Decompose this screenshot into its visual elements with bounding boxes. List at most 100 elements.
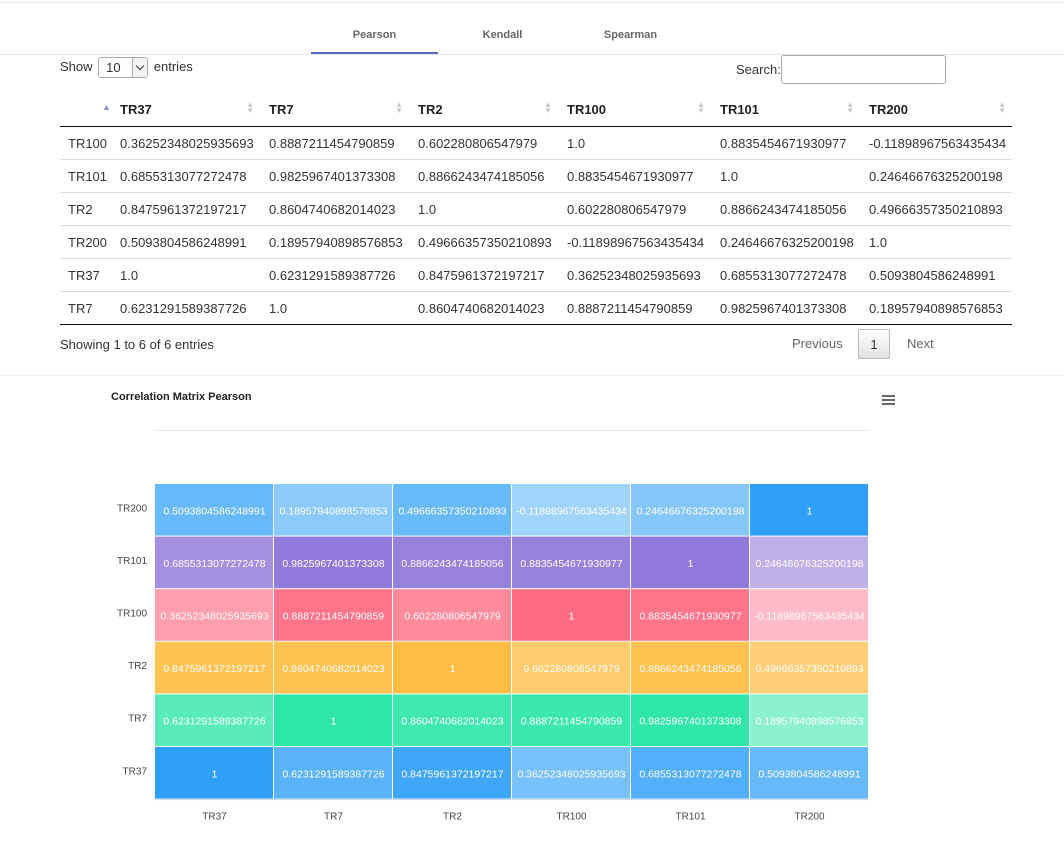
heatmap-data-label: 0.6231291589387726 <box>282 768 384 780</box>
heatmap-data-label: 0.5093804586248991 <box>758 768 860 780</box>
table-cell: 0.8475961372197217 <box>111 192 260 226</box>
table-cell: -0.11898967563435434 <box>558 225 711 259</box>
column-header-tr7[interactable]: TR7 ▲ ▼ <box>260 92 409 127</box>
table-cell: 0.6855313077272478 <box>711 258 860 292</box>
heatmap-data-label: 0.49666357350210893 <box>755 663 863 675</box>
table-cell: 0.9825967401373308 <box>260 159 409 193</box>
table-cell: 0.6231291589387726 <box>111 291 260 325</box>
sort-icon: ▲ ▼ <box>246 100 254 115</box>
tab-pearson[interactable]: Pearson <box>311 20 438 54</box>
heatmap-data-label: 0.36252348025935693 <box>160 611 268 623</box>
y-axis-tick-label: TR100 <box>117 609 147 620</box>
entries-select[interactable]: 10 <box>98 57 149 79</box>
table-row: TR7 0.6231291589387726 1.0 0.86047406820140… <box>60 291 1012 325</box>
y-axis-tick-label: TR2 <box>128 661 147 672</box>
table-cell: TR7 <box>60 291 111 325</box>
table-header-row: ▲ TR37 ▲ ▼ TR7 ▲ ▼ TR2 ▲ ▼ TR100 ▲ ▼ TR101 ▲ ▼ TR2… <box>60 92 1012 127</box>
x-axis-tick-label: TR7 <box>324 812 343 823</box>
sort-icon: ▲ ▼ <box>544 100 552 115</box>
table-cell: 0.18957940898576853 <box>260 225 409 259</box>
table-cell: TR37 <box>60 258 111 292</box>
table-cell: 0.49666357350210893 <box>860 192 1012 226</box>
column-header-tr100[interactable]: TR100 ▲ ▼ <box>558 92 711 127</box>
previous-button[interactable]: Previous <box>792 329 843 359</box>
search-area: Search: <box>736 55 946 85</box>
table-cell: 0.8866243474185056 <box>711 192 860 226</box>
heatmap-data-label: -0.11898967563435434 <box>754 611 865 623</box>
table-cell: TR100 <box>60 126 111 160</box>
table-cell: -0.11898967563435434 <box>860 126 1012 160</box>
sort-icon: ▲ ▼ <box>998 100 1006 115</box>
heatmap-data-label: 0.6855313077272478 <box>639 768 741 780</box>
column-header-tr37[interactable]: TR37 ▲ ▼ <box>111 92 260 127</box>
y-axis-tick-label: TR200 <box>117 503 147 514</box>
table-cell: 0.36252348025935693 <box>558 258 711 292</box>
heatmap-data-label: 1 <box>331 716 337 728</box>
heatmap-data-label: 1 <box>212 768 218 780</box>
table-cell: 0.9825967401373308 <box>711 291 860 325</box>
section-divider <box>0 375 1064 376</box>
table-cell: 0.36252348025935693 <box>111 126 260 160</box>
hamburger-menu-icon[interactable] <box>882 394 896 405</box>
table-cell: 0.8604740682014023 <box>409 291 558 325</box>
heatmap-data-label: 0.8866243474185056 <box>639 663 741 675</box>
length-label-before: Show <box>60 59 93 74</box>
x-axis-tick-label: TR101 <box>675 812 705 823</box>
table-row: TR100 0.36252348025935693 0.88872114547908… <box>60 126 1012 160</box>
correlation-table: ▲ TR37 ▲ ▼ TR7 ▲ ▼ TR2 ▲ ▼ TR100 ▲ ▼ TR101 ▲ ▼ TR2… <box>60 92 1012 325</box>
column-header-tr200[interactable]: TR200 ▲ ▼ <box>860 92 1012 127</box>
sort-icon: ▲ ▼ <box>395 100 403 115</box>
table-cell: 0.24646676325200198 <box>860 159 1012 193</box>
heatmap-data-label: 0.8475961372197217 <box>163 663 265 675</box>
table-cell: 1.0 <box>409 192 558 226</box>
table-cell: 0.8887211454790859 <box>260 126 409 160</box>
heatmap-data-label: -0.11898967563435434 <box>516 505 627 517</box>
column-header-tr101[interactable]: TR101 ▲ ▼ <box>711 92 860 127</box>
heatmap-data-label: 1 <box>807 505 813 517</box>
correlation-heatmap: 1 0.6231291589387726 0.8475961372197217 0.3… <box>117 484 869 823</box>
heatmap-data-label: 0.49666357350210893 <box>398 505 506 517</box>
table-cell: 0.24646676325200198 <box>711 225 860 259</box>
next-button[interactable]: Next <box>907 329 934 359</box>
sort-asc-icon: ▲ <box>102 102 111 112</box>
column-header-tr2[interactable]: TR2 ▲ ▼ <box>409 92 558 127</box>
heatmap-data-label: 0.24646676325200198 <box>755 558 863 570</box>
table-cell: 1.0 <box>111 258 260 292</box>
y-axis-tick-label: TR101 <box>117 556 147 567</box>
heatmap-data-label: 1 <box>450 663 456 675</box>
y-axis-tick-label: TR7 <box>128 714 147 725</box>
table-cell: 0.8887211454790859 <box>558 291 711 325</box>
heatmap-data-label: 0.8604740682014023 <box>401 716 503 728</box>
heatmap-data-label: 0.6855313077272478 <box>163 558 265 570</box>
table-row: TR200 0.5093804586248991 0.189579408985768… <box>60 225 1012 259</box>
table-cell: 0.602280806547979 <box>409 126 558 160</box>
table-cell: TR200 <box>60 225 111 259</box>
table-cell: 0.8475961372197217 <box>409 258 558 292</box>
x-axis-tick-label: TR2 <box>443 812 462 823</box>
heatmap-data-label: 0.24646676325200198 <box>636 505 744 517</box>
search-input[interactable] <box>781 55 946 84</box>
table-cell: 0.5093804586248991 <box>860 258 1012 292</box>
page-1-button[interactable]: 1 <box>858 329 890 359</box>
heatmap-data-label: 0.9825967401373308 <box>639 716 741 728</box>
length-menu: Show 10 entries <box>60 55 193 79</box>
tab-spearman[interactable]: Spearman <box>567 20 694 54</box>
table-info: Showing 1 to 6 of 6 entries <box>60 337 214 352</box>
table-cell: 0.6855313077272478 <box>111 159 260 193</box>
table-cell: 0.8835454671930977 <box>711 126 860 160</box>
heatmap-data-label: 0.6231291589387726 <box>163 716 265 728</box>
table-cell: TR2 <box>60 192 111 226</box>
heatmap-data-label: 0.8887211454790859 <box>283 611 385 623</box>
heatmap-data-label: 0.8604740682014023 <box>282 663 384 675</box>
x-axis-tick-label: TR37 <box>202 812 227 823</box>
chevron-down-icon <box>132 58 148 78</box>
heatmap-data-label: 0.18957940898576853 <box>755 716 863 728</box>
heatmap-data-label: 0.8887211454790859 <box>521 716 623 728</box>
tab-kendall[interactable]: Kendall <box>439 20 566 54</box>
column-header-name[interactable]: ▲ <box>60 92 111 127</box>
table-cell: 0.8604740682014023 <box>260 192 409 226</box>
table-cell: 1.0 <box>558 126 711 160</box>
table-cell: 0.5093804586248991 <box>111 225 260 259</box>
sort-icon: ▲ ▼ <box>846 100 854 115</box>
table-cell: 1.0 <box>260 291 409 325</box>
